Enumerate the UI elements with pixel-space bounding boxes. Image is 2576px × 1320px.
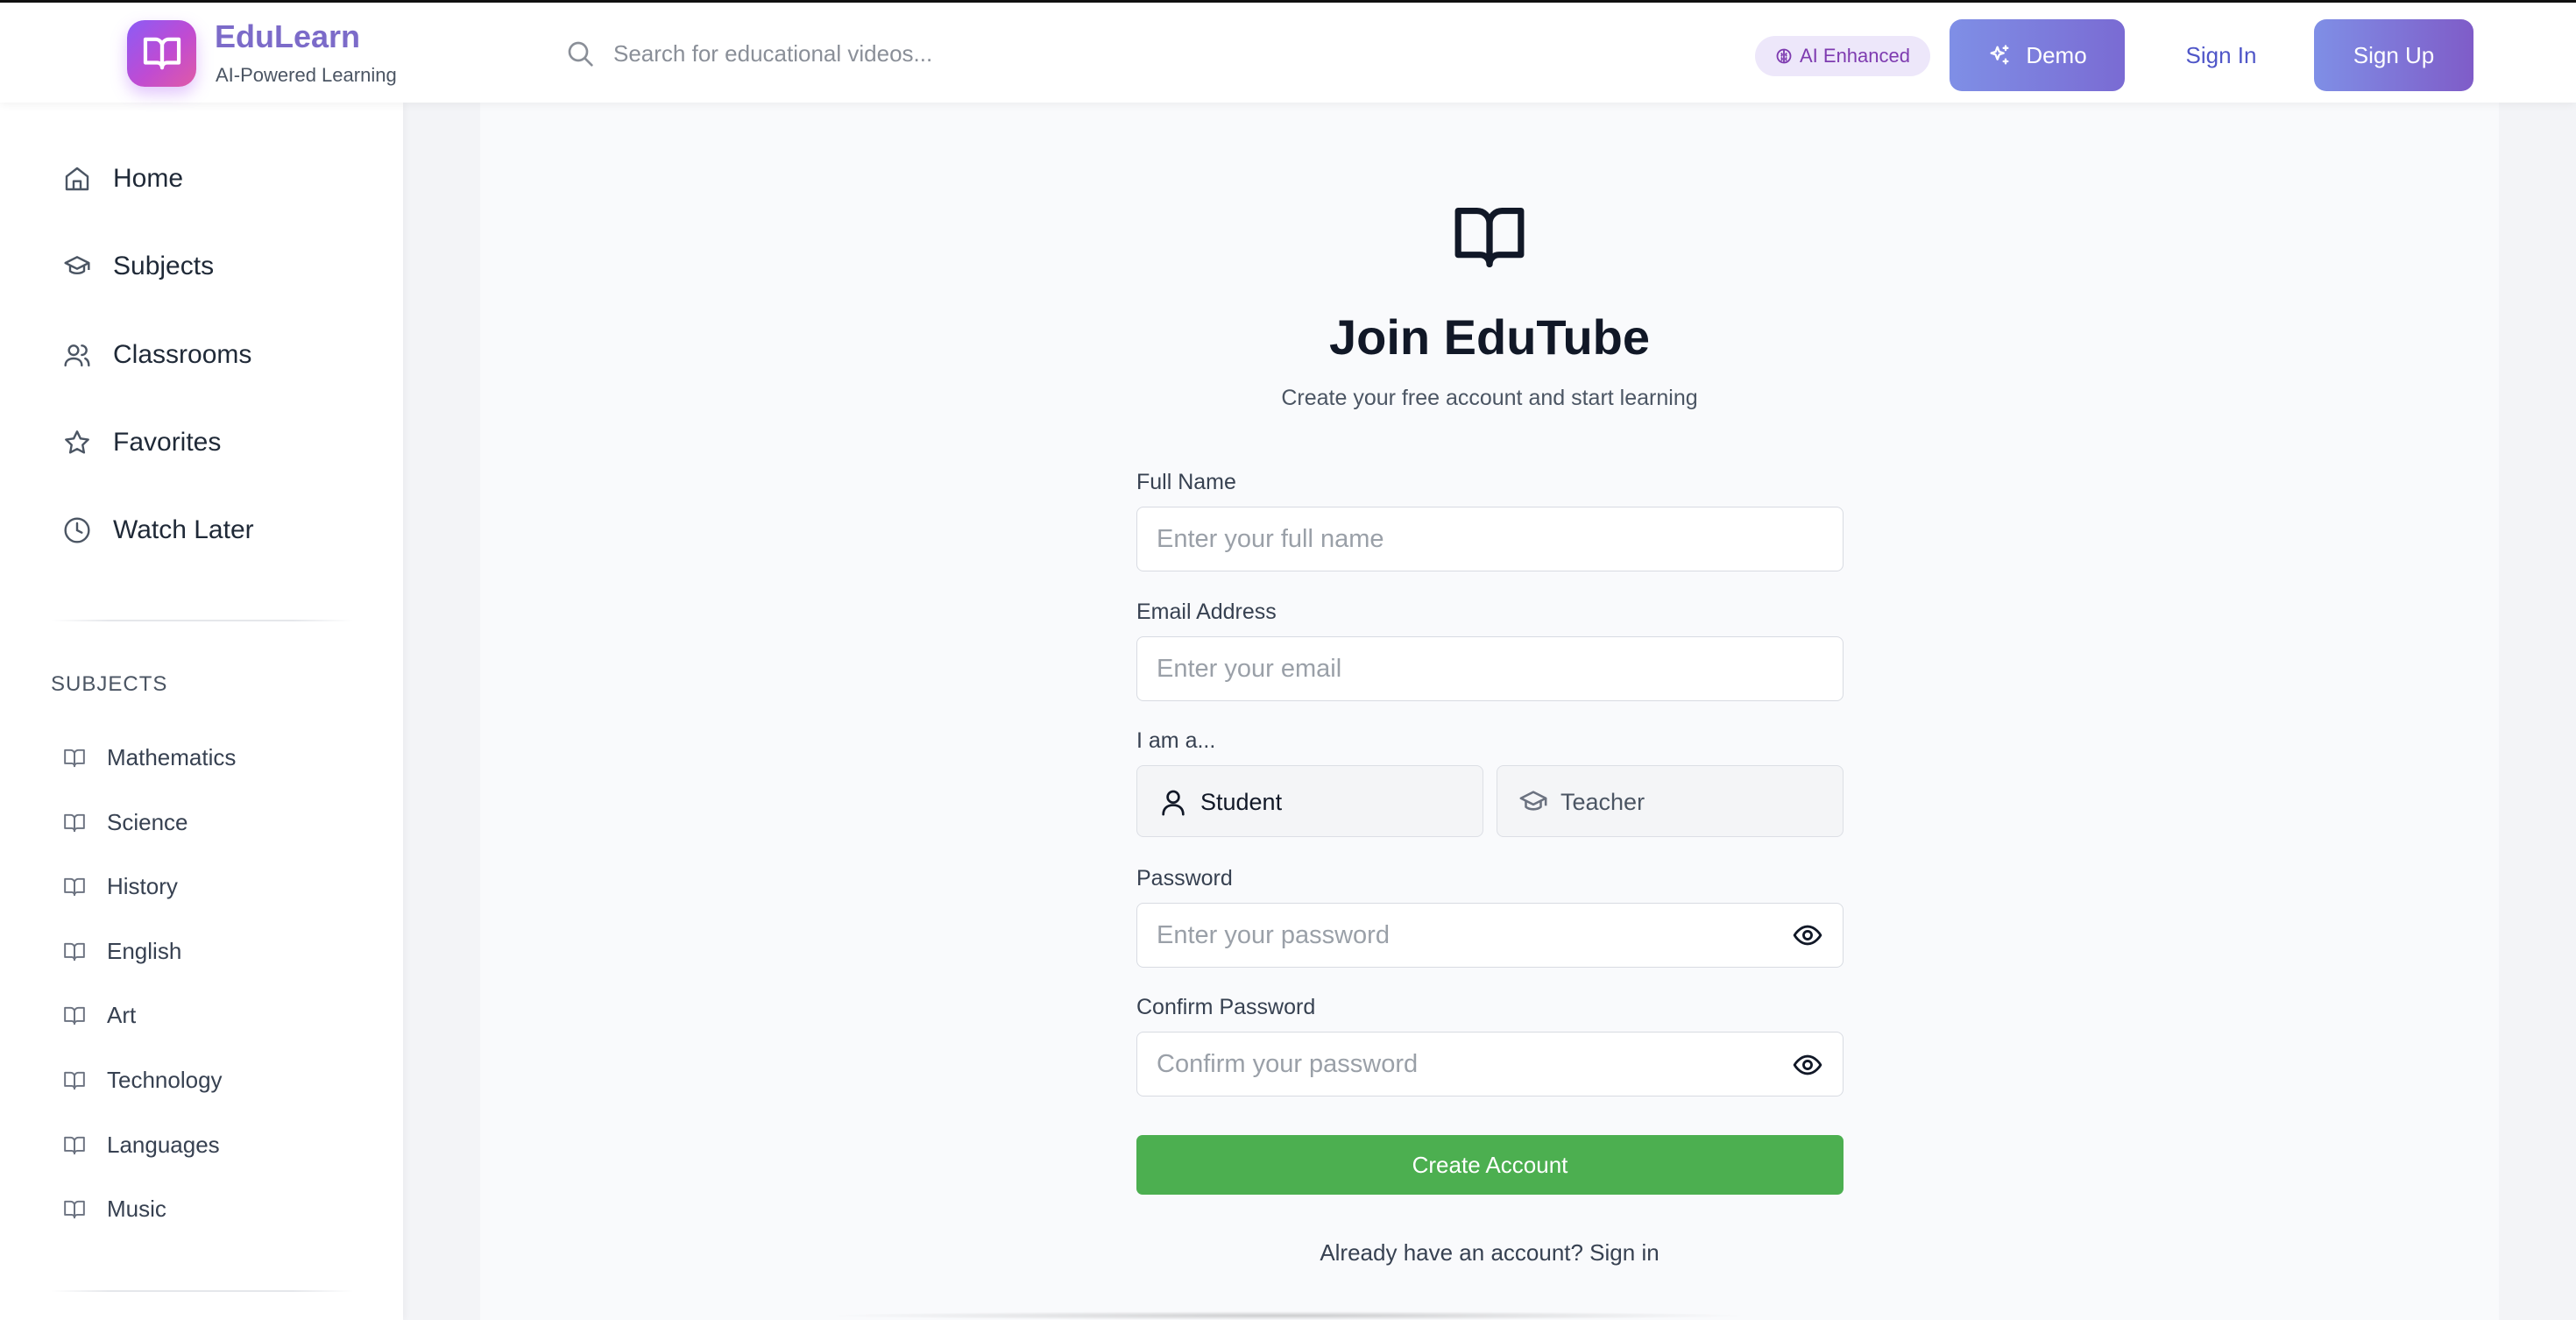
sign-in-link[interactable]: Sign In — [2160, 19, 2282, 91]
subject-item-music[interactable]: Music — [0, 1183, 403, 1236]
role-label: I am a... — [1136, 728, 1216, 753]
ai-enhanced-badge: AI Enhanced — [1755, 36, 1930, 76]
book-icon — [64, 813, 85, 833]
password-field[interactable] — [1136, 903, 1844, 968]
sign-up-button[interactable]: Sign Up — [2314, 19, 2473, 91]
subject-label: Technology — [107, 1067, 223, 1093]
graduation-cap-icon — [1519, 791, 1547, 811]
sidebar-item-watch-later[interactable]: Watch Later — [0, 495, 403, 565]
subject-label: History — [107, 873, 178, 899]
book-icon — [64, 1071, 85, 1090]
book-icon — [64, 942, 85, 962]
graduation-cap-icon — [64, 256, 90, 275]
full-name-label: Full Name — [1136, 470, 1236, 494]
book-icon — [64, 877, 85, 897]
search-icon — [568, 41, 593, 67]
form-title: Join EduTube — [1328, 309, 1651, 365]
show-confirm-password-eye-icon[interactable] — [1793, 1050, 1822, 1080]
email-label: Email Address — [1136, 600, 1277, 624]
book-icon — [64, 1200, 85, 1219]
role-student-button[interactable]: Student — [1136, 765, 1483, 837]
brand-name[interactable]: EduLearn — [215, 18, 360, 55]
subject-label: Music — [107, 1196, 166, 1222]
role-teacher-button[interactable]: Teacher — [1497, 765, 1844, 837]
brand-tagline: AI-Powered Learning — [216, 64, 397, 86]
book-icon — [64, 1006, 85, 1025]
subject-item-technology[interactable]: Technology — [0, 1054, 403, 1107]
book-icon — [64, 749, 85, 768]
confirm-password-label: Confirm Password — [1136, 995, 1316, 1019]
sidebar-divider — [51, 620, 353, 621]
sidebar-item-label: Home — [113, 164, 184, 193]
bottom-shadow — [824, 1311, 1752, 1320]
subject-item-art[interactable]: Art — [0, 990, 403, 1042]
home-icon — [65, 167, 89, 191]
top-header: EduLearn AI-Powered Learning AI Enhanced… — [0, 3, 2576, 103]
show-password-eye-icon[interactable] — [1793, 920, 1822, 950]
star-icon — [65, 430, 89, 454]
users-icon — [64, 344, 90, 367]
subject-label: Art — [107, 1002, 137, 1028]
subject-label: English — [107, 938, 182, 964]
ai-badge-label: AI Enhanced — [1800, 45, 1910, 67]
subject-label: Mathematics — [107, 744, 237, 770]
subject-item-english[interactable]: English — [0, 926, 403, 978]
sidebar-item-favorites[interactable]: Favorites — [0, 408, 403, 478]
subject-label: Science — [107, 809, 188, 835]
book-icon — [64, 1136, 85, 1155]
sidebar-item-label: Favorites — [113, 428, 222, 457]
email-field[interactable] — [1136, 636, 1844, 701]
sidebar-item-label: Watch Later — [113, 515, 254, 544]
role-label-teacher: Teacher — [1560, 789, 1645, 815]
sign-in-prompt-link[interactable]: Already have an account? Sign in — [876, 1239, 2103, 1267]
subject-item-science[interactable]: Science — [0, 797, 403, 849]
sidebar: Home Subjects Classrooms Favorites Watch… — [0, 103, 403, 1320]
book-open-icon — [1454, 207, 1525, 268]
sidebar-item-subjects[interactable]: Subjects — [0, 231, 403, 302]
form-subtitle: Create your free account and start learn… — [1281, 386, 1698, 410]
brain-icon — [1776, 48, 1792, 64]
demo-button[interactable]: Demo — [1950, 19, 2125, 91]
full-name-field[interactable] — [1136, 507, 1844, 571]
brand-logo[interactable] — [127, 20, 196, 87]
subject-item-mathematics[interactable]: Mathematics — [0, 732, 403, 784]
confirm-password-field[interactable] — [1136, 1032, 1844, 1096]
role-label-student: Student — [1200, 789, 1283, 815]
create-account-button[interactable]: Create Account — [1136, 1135, 1844, 1195]
search-input[interactable] — [613, 29, 1665, 78]
subject-item-history[interactable]: History — [0, 861, 403, 913]
subject-label: Languages — [107, 1132, 220, 1158]
sidebar-item-home[interactable]: Home — [0, 144, 403, 214]
sidebar-divider — [51, 1290, 353, 1292]
password-label: Password — [1136, 866, 1233, 891]
sidebar-item-label: Classrooms — [113, 340, 252, 369]
sidebar-item-label: Subjects — [113, 252, 215, 280]
sparkles-icon — [1990, 45, 2009, 65]
subjects-section-title: SUBJECTS — [51, 672, 168, 696]
book-open-icon — [143, 37, 180, 70]
subject-item-languages[interactable]: Languages — [0, 1119, 403, 1172]
clock-icon — [64, 517, 90, 543]
sidebar-item-classrooms[interactable]: Classrooms — [0, 320, 403, 390]
user-icon — [1162, 790, 1185, 816]
demo-label: Demo — [2026, 41, 2087, 68]
